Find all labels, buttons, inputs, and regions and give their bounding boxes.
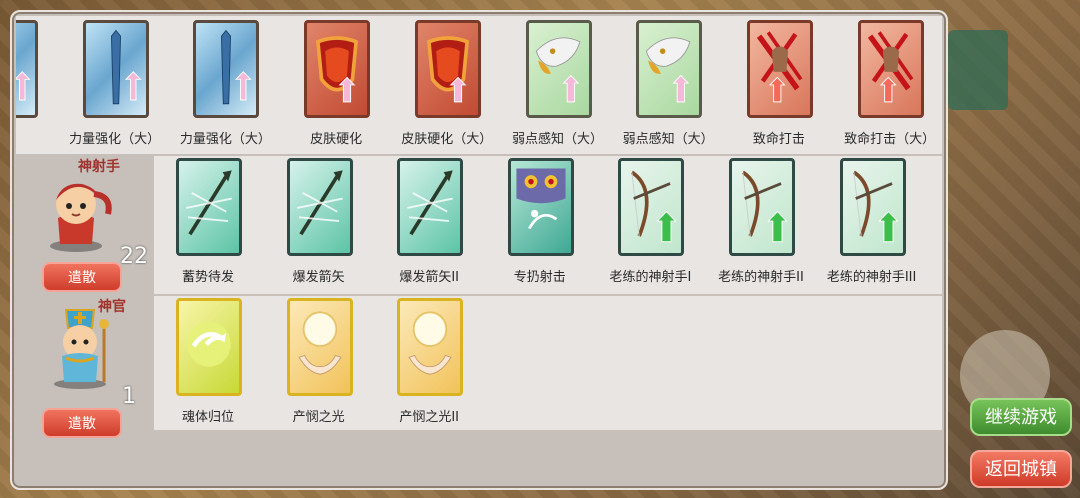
ability-card[interactable]: 专扔射击: [488, 156, 592, 286]
dismiss-button[interactable]: 遣散: [42, 262, 122, 292]
ability-card[interactable]: 爆发箭矢II: [377, 156, 481, 286]
bow-upgrade-card-icon: [618, 158, 685, 256]
ability-card[interactable]: 老练的神射手III: [820, 156, 924, 286]
ability-card[interactable]: 老练的神射手I: [598, 156, 702, 286]
card-label: 产悯之光II: [399, 410, 460, 425]
ability-card[interactable]: 产悯之光: [267, 296, 371, 426]
holy-light-card-icon: [397, 298, 464, 396]
ability-card[interactable]: 老练的神射手II: [709, 156, 813, 286]
card-label: 致命打击（大）: [844, 132, 936, 147]
bow-upgrade-card-icon: [729, 158, 795, 256]
hero-name: 神射手: [78, 159, 120, 175]
ability-card[interactable]: 致命打击（大）: [838, 16, 942, 147]
continue-game-button[interactable]: 继续游戏: [970, 398, 1072, 436]
claw-strike-card-icon: [857, 20, 924, 118]
ability-card[interactable]: 魂体归位: [156, 296, 260, 426]
flame-shield-card-icon: [414, 20, 481, 118]
ability-card[interactable]: 力量强化（大）: [63, 16, 167, 147]
hero-card-count: 22: [120, 244, 148, 269]
ability-card[interactable]: 弱点感知（大）: [616, 16, 720, 147]
ability-card[interactable]: 皮肤硬化（大）: [395, 16, 499, 147]
generic-cards-row[interactable]: (大)力量强化（大）力量强化（大）皮肤硬化皮肤硬化（大）弱点感知（大）弱点感知（…: [16, 16, 942, 154]
flame-shield-card-icon: [304, 20, 371, 118]
ability-card[interactable]: 产悯之光II: [377, 296, 481, 426]
ability-card[interactable]: (大): [16, 16, 56, 146]
hero-card-count: 1: [122, 384, 136, 409]
card-collection-panel: (大)力量强化（大）力量强化（大）皮肤硬化皮肤硬化（大）弱点感知（大）弱点感知（…: [10, 10, 948, 490]
ability-card[interactable]: 弱点感知（大）: [506, 16, 610, 147]
sword-power-card-icon: [82, 20, 149, 118]
ability-card[interactable]: 蓄势待发: [156, 156, 260, 286]
arrow-burst-card-icon: [286, 158, 353, 256]
background-map-tile: [948, 30, 1008, 110]
spirit-return-card-icon: [176, 298, 242, 396]
ability-card[interactable]: 生: [930, 156, 942, 286]
eagle-card-icon: [525, 20, 592, 118]
arrow-burst-card-icon: [397, 158, 464, 256]
archer-avatar-icon: [50, 183, 112, 252]
claw-strike-card-icon: [746, 20, 813, 118]
hero-archer: 神射手 22 遣散: [16, 156, 154, 296]
hero-priest: 神官 1 遣散: [16, 296, 154, 438]
owl-archer-card-icon: [507, 158, 574, 256]
sword-power-card-icon: [193, 20, 260, 118]
ability-card[interactable]: 皮肤硬化: [284, 16, 388, 147]
pink-partial-card-icon: [16, 20, 38, 118]
return-to-town-button[interactable]: 返回城镇: [970, 450, 1072, 488]
dismiss-button[interactable]: 遣散: [42, 408, 122, 438]
bow-upgrade-card-icon: [839, 158, 906, 256]
eagle-card-icon: [636, 20, 703, 118]
ability-card[interactable]: 爆发箭矢: [267, 156, 371, 286]
ability-card[interactable]: 力量强化（大）: [173, 16, 277, 147]
priest-avatar-icon: [54, 309, 109, 389]
card-label: 生: [910, 266, 942, 285]
crossbow-card-icon: [176, 158, 242, 256]
archer-cards-row[interactable]: 蓄势待发 爆发箭矢 爆发箭矢II 专扔射击 老练的神射手I 老练的神射手II 老练的神射手I…: [154, 156, 942, 294]
holy-light-card-icon: [286, 298, 353, 396]
ability-card[interactable]: 致命打击: [727, 16, 831, 147]
priest-cards-row[interactable]: 魂体归位 产悯之光产悯之光II: [154, 296, 942, 430]
